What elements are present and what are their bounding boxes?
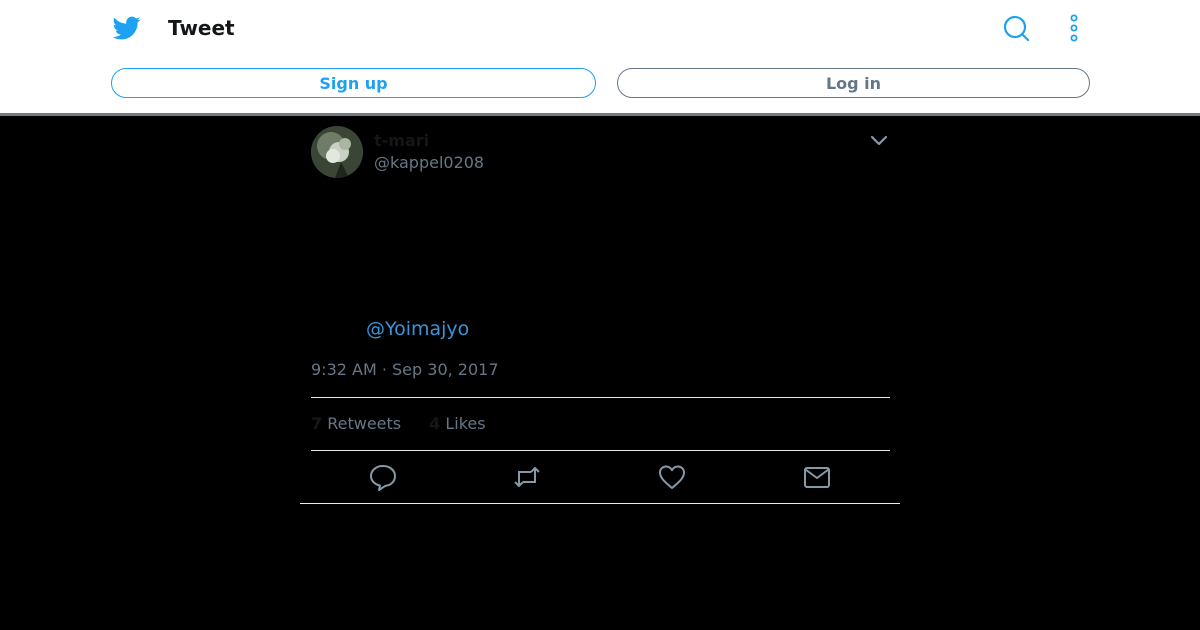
mention-link[interactable]: @Yoimajyo xyxy=(366,317,469,341)
divider xyxy=(311,397,890,398)
twitter-bird-icon[interactable] xyxy=(112,14,142,42)
reply-icon[interactable] xyxy=(368,462,398,492)
retweet-icon[interactable] xyxy=(512,462,542,492)
tweet-stats: 7 Retweets 4 Likes xyxy=(311,414,486,434)
user-handle[interactable]: @kappel0208 xyxy=(374,153,484,173)
page-title: Tweet xyxy=(168,16,235,40)
avatar[interactable] xyxy=(311,126,363,178)
display-name[interactable]: t-mari xyxy=(374,131,429,151)
retweet-count: 7 xyxy=(311,414,323,433)
direct-message-icon[interactable] xyxy=(802,462,832,492)
top-bar: Tweet Sign up Log in xyxy=(0,0,1200,116)
more-vertical-icon[interactable] xyxy=(1060,12,1088,44)
like-count: 4 xyxy=(429,414,441,433)
like-icon[interactable] xyxy=(657,462,687,492)
log-in-button[interactable]: Log in xyxy=(617,68,1090,98)
like-label: Likes xyxy=(445,414,486,433)
divider xyxy=(311,450,890,451)
retweet-label: Retweets xyxy=(327,414,402,433)
retweet-stat[interactable]: 7 Retweets xyxy=(311,414,401,434)
search-icon[interactable] xyxy=(1000,12,1032,44)
divider xyxy=(300,503,900,504)
chevron-down-icon[interactable] xyxy=(868,131,890,149)
tweet-timestamp[interactable]: 9:32 AM · Sep 30, 2017 xyxy=(311,360,499,380)
sign-up-button[interactable]: Sign up xyxy=(111,68,596,98)
like-stat[interactable]: 4 Likes xyxy=(429,414,485,434)
